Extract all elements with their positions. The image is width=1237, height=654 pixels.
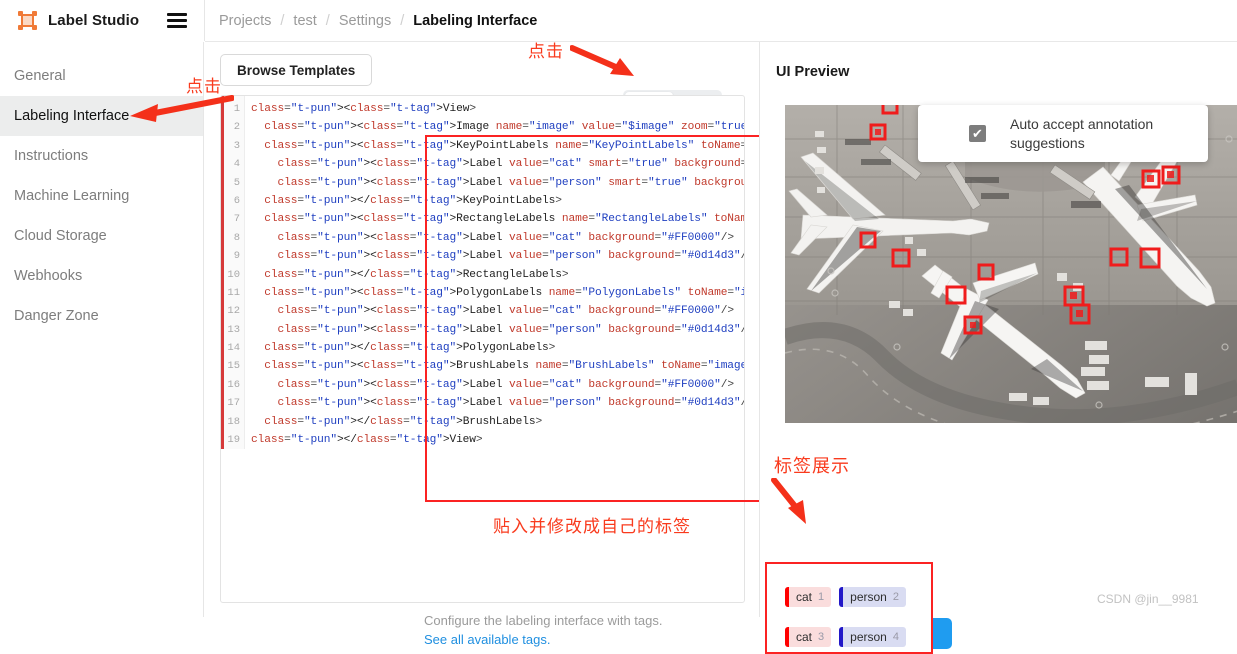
editor-left-marker (221, 96, 224, 449)
editor-line-number: 12 (227, 305, 240, 318)
labeling-interface-panel: Browse Templates Code Visual 12345678910… (205, 42, 952, 649)
editor-line[interactable]: class="t-pun"></class="t-tag">KeyPointLa… (251, 192, 744, 210)
label-badge-name: cat (796, 630, 813, 644)
label-row-2: cat 3 person 4 (785, 627, 906, 647)
sidebar-item-label: Cloud Storage (14, 228, 107, 244)
editor-line[interactable]: class="t-pun"><class="t-tag">Image name=… (251, 118, 744, 136)
editor-line[interactable]: class="t-pun"></class="t-tag">BrushLabel… (251, 413, 744, 431)
annotation-paste-note: 贴入并修改成自己的标签 (493, 517, 691, 536)
editor-line-number: 10 (227, 268, 240, 281)
editor-line[interactable]: class="t-pun"><class="t-tag">PolygonLabe… (251, 284, 744, 302)
label-badge-index: 4 (892, 631, 899, 643)
breadcrumb-item-labeling-interface: Labeling Interface (413, 12, 538, 29)
annotation-click-sidebar-text: 点击 (186, 77, 222, 96)
annotation-tag-note: 标签展示 (774, 456, 850, 476)
editor-line[interactable]: class="t-pun"></class="t-tag">RectangleL… (251, 266, 744, 284)
breadcrumb-separator: / (280, 12, 285, 29)
editor-line-number: 18 (227, 415, 240, 428)
editor-line[interactable]: class="t-pun"><class="t-tag">Label value… (251, 155, 744, 173)
ui-preview-title: UI Preview (776, 64, 850, 80)
editor-line[interactable]: class="t-pun"><class="t-tag">RectangleLa… (251, 210, 744, 228)
editor-line-number: 2 (233, 121, 240, 134)
auto-accept-checkbox[interactable]: ✔ (969, 125, 986, 142)
annotation-click-toggle-text: 点击 (528, 42, 564, 61)
sidebar-item-danger-zone[interactable]: Danger Zone (0, 296, 203, 336)
auto-accept-label: Auto accept annotation suggestions (1010, 115, 1154, 151)
editor-line-number: 17 (227, 397, 240, 410)
sidebar-item-instructions[interactable]: Instructions (0, 136, 203, 176)
label-badge-name: person (850, 590, 887, 604)
editor-line-number: 8 (233, 231, 240, 244)
label-studio-logo-icon (18, 11, 37, 30)
sidebar-item-label: Webhooks (14, 268, 83, 284)
sidebar-item-label: Instructions (14, 148, 89, 164)
editor-line[interactable]: class="t-pun"></class="t-tag">View> (251, 431, 744, 449)
sidebar-item-cloud-storage[interactable]: Cloud Storage (0, 216, 203, 256)
editor-line-numbers: 1 2 3 4 5 6 7 8 9 10 11 12 13 14 15 16 17 18 19 (221, 96, 245, 449)
label-badge-index: 1 (818, 591, 825, 603)
editor-hint-text: Configure the labeling interface with ta… (424, 613, 663, 628)
label-badge-index: 3 (818, 631, 825, 643)
editor-line[interactable]: class="t-pun"><class="t-tag">KeyPointLab… (251, 137, 744, 155)
sidebar-item-label: Danger Zone (14, 308, 99, 324)
editor-line-number: 13 (227, 323, 240, 336)
label-badge-cat-1[interactable]: cat 1 (785, 587, 832, 607)
settings-sidebar: General Labeling Interface Instructions … (0, 42, 204, 617)
breadcrumb-separator: / (325, 12, 330, 29)
see-all-tags-link[interactable]: See all available tags. (424, 632, 550, 647)
editor-line[interactable]: class="t-pun"><class="t-tag">View> (251, 100, 744, 118)
topbar-divider (204, 0, 205, 41)
browse-templates-button[interactable]: Browse Templates (220, 54, 373, 86)
ui-preview-panel: UI Preview ✔ Auto accept annotation sugg… (759, 42, 1237, 654)
editor-line-number: 11 (227, 286, 240, 299)
editor-line-number: 14 (227, 342, 240, 355)
labels-preview-box: cat 1 person 2 cat 3 person 4 (765, 562, 933, 654)
editor-line[interactable]: class="t-pun"><class="t-tag">Label value… (251, 394, 744, 412)
label-badge-person-2[interactable]: person 2 (839, 587, 906, 607)
sidebar-item-label: General (14, 68, 66, 84)
editor-line[interactable]: class="t-pun"></class="t-tag">PolygonLab… (251, 339, 744, 357)
sidebar-item-machine-learning[interactable]: Machine Learning (0, 176, 203, 216)
editor-line[interactable]: class="t-pun"><class="t-tag">Label value… (251, 247, 744, 265)
editor-code-text[interactable]: class="t-pun"><class="t-tag">View> class… (245, 96, 744, 449)
label-badge-index: 2 (892, 591, 899, 603)
breadcrumb: Projects / test / Settings / Labeling In… (219, 0, 537, 41)
editor-line[interactable]: class="t-pun"><class="t-tag">Label value… (251, 302, 744, 320)
editor-line-number: 5 (233, 176, 240, 189)
editor-line[interactable]: class="t-pun"><class="t-tag">Label value… (251, 376, 744, 394)
editor-line-number: 6 (233, 194, 240, 207)
breadcrumb-separator: / (400, 12, 405, 29)
label-badge-name: cat (796, 590, 813, 604)
sidebar-item-general[interactable]: General (0, 56, 203, 96)
editor-line-number: 16 (227, 378, 240, 391)
breadcrumb-item-settings[interactable]: Settings (339, 13, 391, 29)
editor-line[interactable]: class="t-pun"><class="t-tag">Label value… (251, 321, 744, 339)
label-badge-person-4[interactable]: person 4 (839, 627, 906, 647)
label-badge-name: person (850, 630, 887, 644)
editor-line[interactable]: class="t-pun"><class="t-tag">Label value… (251, 174, 744, 192)
editor-line-number: 1 (233, 103, 240, 115)
editor-line-number: 7 (233, 213, 240, 226)
brand-name: Label Studio (48, 12, 140, 29)
editor-line[interactable]: class="t-pun"><class="t-tag">BrushLabels… (251, 357, 744, 375)
breadcrumb-item-projects[interactable]: Projects (219, 13, 271, 29)
editor-line-number: 19 (227, 434, 240, 447)
hamburger-icon[interactable] (167, 13, 187, 28)
auto-accept-suggestions-popup[interactable]: ✔ Auto accept annotation suggestions (918, 105, 1208, 162)
editor-line-number: 4 (233, 158, 240, 171)
sidebar-item-webhooks[interactable]: Webhooks (0, 256, 203, 296)
sidebar-item-labeling-interface[interactable]: Labeling Interface (0, 96, 203, 136)
breadcrumb-item-test[interactable]: test (293, 13, 316, 29)
editor-line-number: 3 (233, 139, 240, 152)
editor-line-number: 9 (233, 250, 240, 263)
sidebar-item-label: Labeling Interface (14, 108, 130, 124)
label-row-1: cat 1 person 2 (785, 587, 906, 607)
label-badge-cat-3[interactable]: cat 3 (785, 627, 832, 647)
code-editor[interactable]: 1 2 3 4 5 6 7 8 9 10 11 12 13 14 15 16 17 18 19 class="t-p… (221, 96, 744, 449)
watermark: CSDN @jin__9981 (1097, 592, 1199, 606)
top-bar: Label Studio Projects / test / Settings … (0, 0, 1237, 41)
sidebar-item-label: Machine Learning (14, 188, 130, 204)
editor-line-number: 15 (227, 360, 240, 373)
editor-line[interactable]: class="t-pun"><class="t-tag">Label value… (251, 229, 744, 247)
